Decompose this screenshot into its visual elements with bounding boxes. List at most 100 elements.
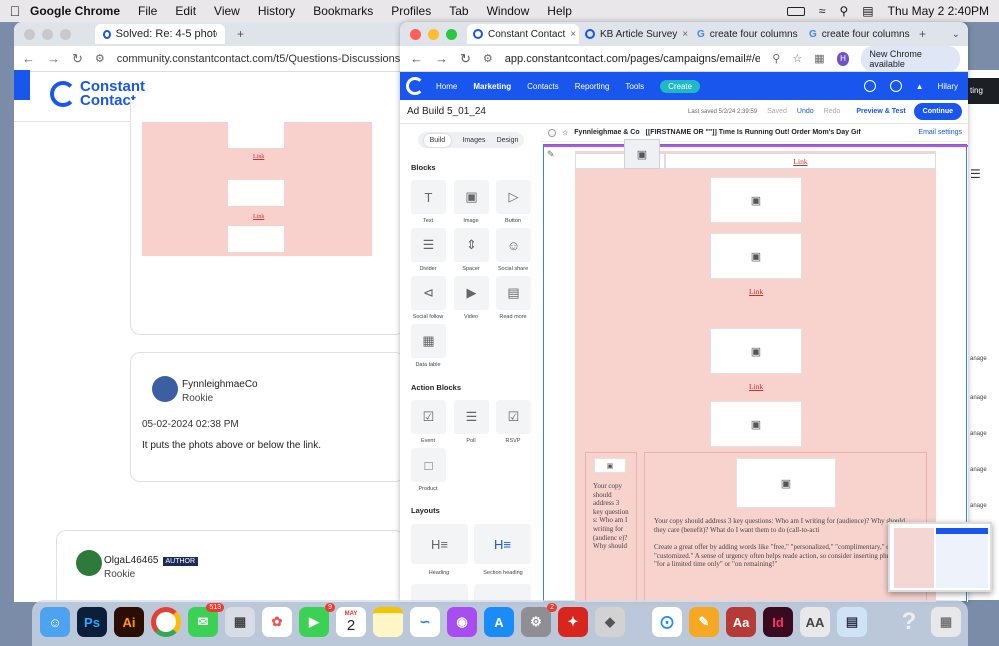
- wide-column-copy[interactable]: Your copy should address 3 key questions…: [654, 517, 914, 535]
- new-chrome-button[interactable]: New Chrome available: [861, 45, 961, 72]
- roblox-icon[interactable]: ◆: [595, 607, 625, 637]
- small-image-icon[interactable]: ▣: [594, 458, 626, 473]
- menu-profiles[interactable]: Profiles: [391, 4, 431, 18]
- chrome-icon[interactable]: [151, 607, 181, 637]
- spacer-block-icon[interactable]: ⇕: [454, 228, 489, 262]
- menu-app-name[interactable]: Google Chrome: [30, 4, 120, 18]
- battery-icon[interactable]: [786, 6, 805, 16]
- poll-block-icon[interactable]: ☰: [454, 400, 489, 434]
- site-info-icon[interactable]: ⚙: [483, 52, 493, 65]
- calendar-icon[interactable]: MAY 2: [336, 607, 366, 637]
- trash-icon[interactable]: ▦: [931, 607, 961, 637]
- nav-contacts[interactable]: Contacts: [527, 82, 559, 91]
- apps-icon[interactable]: [863, 80, 876, 92]
- apple-menu-icon[interactable]: : [0, 3, 30, 19]
- wifi-icon[interactable]: ≈: [819, 4, 826, 18]
- screenshot-thumbnail[interactable]: [888, 522, 992, 592]
- acrobat-icon[interactable]: ✦: [558, 607, 588, 637]
- manage-link[interactable]: anage: [970, 356, 987, 362]
- menu-file[interactable]: File: [138, 4, 157, 18]
- heading-layout-icon[interactable]: H≡: [411, 524, 468, 564]
- image-placeholder-icon[interactable]: ▣: [710, 328, 802, 374]
- community-tab[interactable]: Solved: Re: 4-5 photos in a r: [95, 24, 225, 44]
- manage-link[interactable]: anage: [970, 467, 987, 473]
- app-store-icon[interactable]: A: [484, 607, 514, 637]
- product-block-icon[interactable]: □: [411, 448, 446, 482]
- tab-constant-contact[interactable]: Constant Contact ×: [467, 24, 579, 44]
- author-name[interactable]: OlgaL46465: [104, 555, 159, 566]
- address-bar[interactable]: community.constantcontact.com/t5/Questio…: [117, 53, 424, 65]
- post-username[interactable]: FynnleighmaeCo: [182, 379, 258, 390]
- help-viewer-icon[interactable]: ?: [894, 607, 924, 637]
- social-follow-block-icon[interactable]: ⊲: [411, 276, 446, 310]
- email-link[interactable]: Link: [793, 157, 807, 166]
- menu-window[interactable]: Window: [487, 4, 530, 18]
- redo-button[interactable]: Redo: [824, 108, 841, 115]
- photos-icon[interactable]: ✿: [262, 607, 292, 637]
- background-button[interactable]: ting: [968, 78, 999, 104]
- tab-search-2[interactable]: G create four columns ×: [803, 24, 915, 44]
- close-icon[interactable]: ×: [682, 29, 688, 40]
- email-link[interactable]: Link: [749, 287, 763, 296]
- manage-link[interactable]: anage: [970, 431, 987, 437]
- section-heading-layout-icon[interactable]: H≡: [474, 524, 531, 564]
- image-placeholder-icon[interactable]: ▣: [710, 233, 802, 279]
- dictionary-icon[interactable]: Aa: [726, 607, 756, 637]
- messages-icon[interactable]: ✉ 513: [188, 603, 224, 637]
- new-tab-icon[interactable]: +: [237, 27, 244, 41]
- video-block-icon[interactable]: ▶: [454, 276, 489, 310]
- bookmark-star-icon[interactable]: ☆: [792, 52, 802, 65]
- cc-logo-icon[interactable]: [406, 77, 424, 95]
- menu-icon[interactable]: ☰: [970, 167, 981, 181]
- reload-icon[interactable]: ↻: [460, 51, 471, 67]
- nav-home[interactable]: Home: [436, 82, 457, 91]
- edit-pencil-icon[interactable]: ✎: [547, 149, 555, 160]
- create-button[interactable]: Create: [660, 79, 701, 93]
- text-block-icon[interactable]: T: [411, 180, 446, 214]
- image-placeholder-icon[interactable]: ▣: [710, 177, 802, 223]
- avatar[interactable]: [76, 550, 102, 576]
- preview-test-button[interactable]: Preview & Test: [856, 108, 905, 115]
- forward-arrow-icon[interactable]: →: [435, 51, 448, 66]
- tab-design[interactable]: Design: [497, 137, 519, 144]
- freeform-icon[interactable]: ∽: [410, 607, 440, 637]
- email-settings-link[interactable]: Email settings: [918, 129, 968, 136]
- close-icon[interactable]: ×: [570, 29, 576, 40]
- profile-avatar[interactable]: H: [836, 51, 850, 66]
- clock[interactable]: Thu May 2 2:40PM: [888, 4, 989, 18]
- new-tab-icon[interactable]: +: [919, 27, 926, 41]
- font-book-icon[interactable]: AA: [800, 607, 830, 637]
- safari-icon[interactable]: ⨀: [652, 607, 682, 637]
- notes-icon[interactable]: [373, 607, 403, 637]
- image-placeholder-icon[interactable]: ▣: [710, 401, 802, 447]
- manage-link[interactable]: anage: [970, 395, 987, 401]
- menu-edit[interactable]: Edit: [175, 4, 196, 18]
- extensions-icon[interactable]: ▦: [814, 52, 824, 65]
- notifications-bell-icon[interactable]: ▲: [916, 82, 924, 91]
- event-block-icon[interactable]: ☑: [411, 400, 446, 434]
- manage-link[interactable]: anage: [970, 503, 987, 509]
- menu-tab[interactable]: Tab: [449, 4, 468, 18]
- back-arrow-icon[interactable]: ←: [22, 51, 35, 66]
- pages-icon[interactable]: ✎: [689, 607, 719, 637]
- indesign-icon[interactable]: Id: [763, 607, 793, 637]
- help-icon[interactable]: [889, 80, 902, 92]
- menu-history[interactable]: History: [258, 4, 295, 18]
- social-share-block-icon[interactable]: ☺: [496, 228, 531, 262]
- top-link-cell[interactable]: Link: [665, 153, 936, 169]
- read-more-block-icon[interactable]: ▤: [496, 276, 531, 310]
- finder-icon[interactable]: ☺: [40, 607, 70, 637]
- back-arrow-icon[interactable]: ←: [410, 51, 423, 66]
- data-table-block-icon[interactable]: ▦: [411, 324, 446, 358]
- reload-icon[interactable]: ↻: [72, 51, 83, 67]
- post-username[interactable]: OlgaL46465 AUTHOR: [104, 555, 199, 566]
- search-icon[interactable]: ⚲: [839, 4, 848, 18]
- menu-view[interactable]: View: [214, 4, 240, 18]
- user-menu[interactable]: Hilary: [938, 82, 958, 91]
- undo-button[interactable]: Undo: [797, 108, 814, 115]
- button-block-icon[interactable]: ▷: [496, 180, 531, 214]
- wide-column-copy[interactable]: Create a great offer by adding words lik…: [654, 543, 914, 579]
- nav-marketing[interactable]: Marketing: [473, 82, 511, 91]
- image-block-icon[interactable]: ▣: [454, 180, 489, 214]
- avatar[interactable]: [152, 376, 178, 402]
